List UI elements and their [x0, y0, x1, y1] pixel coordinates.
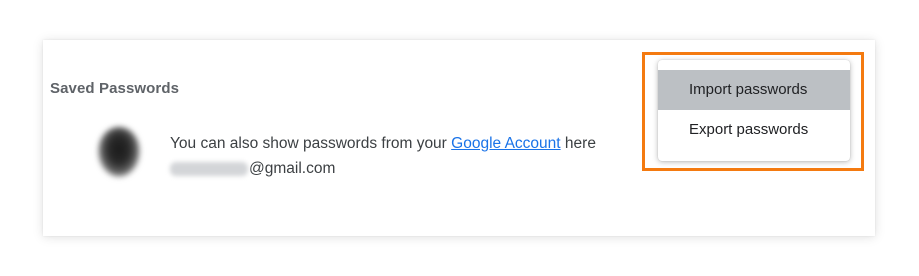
avatar — [98, 127, 140, 177]
account-email: @gmail.com — [170, 160, 335, 178]
google-account-info: You can also show passwords from your Go… — [170, 135, 596, 153]
google-account-link[interactable]: Google Account — [451, 135, 560, 152]
action-menu: Import passwords Export passwords — [658, 60, 850, 161]
info-suffix: here — [560, 135, 596, 152]
export-passwords-menu-item[interactable]: Export passwords — [658, 110, 850, 150]
info-prefix: You can also show passwords from your — [170, 135, 452, 152]
email-domain: @gmail.com — [249, 160, 336, 177]
import-passwords-menu-item[interactable]: Import passwords — [658, 70, 850, 110]
screenshot-stage: Saved Passwords You can also show passwo… — [0, 0, 919, 276]
redacted-username — [170, 162, 248, 176]
section-title: Saved Passwords — [50, 80, 180, 97]
